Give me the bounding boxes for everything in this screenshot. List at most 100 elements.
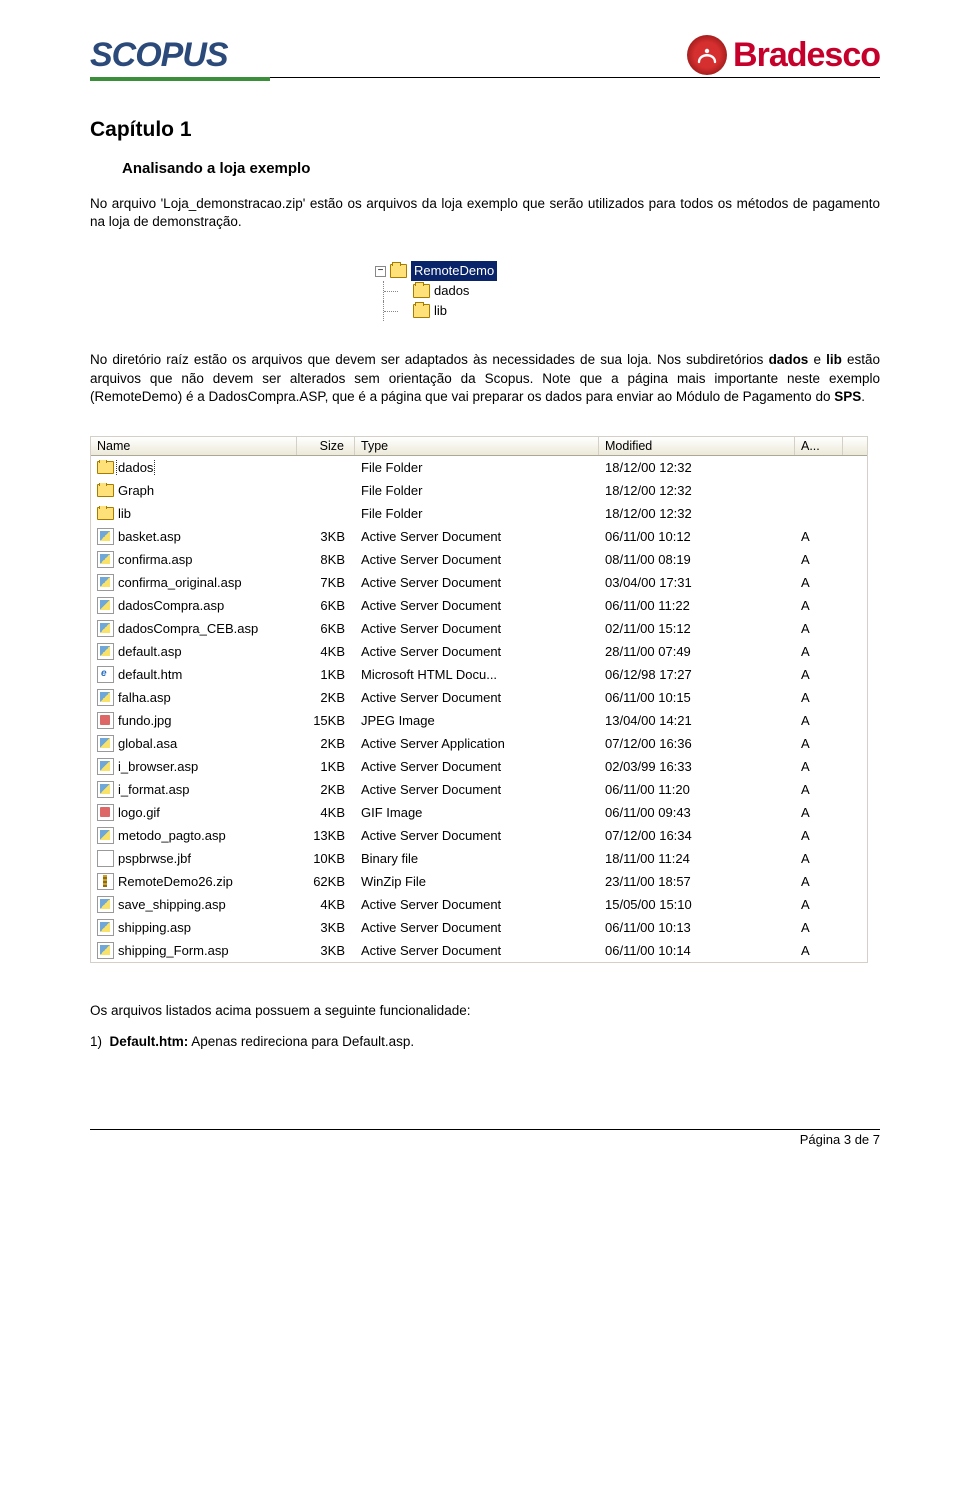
table-body: dadosFile Folder18/12/00 12:32GraphFile … xyxy=(91,456,867,962)
table-row[interactable]: libFile Folder18/12/00 12:32 xyxy=(91,502,867,525)
table-row[interactable]: i_format.asp2KBActive Server Document06/… xyxy=(91,778,867,801)
tree-child-label: dados xyxy=(434,281,469,301)
asp-icon xyxy=(97,781,114,798)
table-row[interactable]: confirma_original.asp7KBActive Server Do… xyxy=(91,571,867,594)
col-modified[interactable]: Modified xyxy=(599,437,795,455)
htm-icon xyxy=(97,666,114,683)
file-size: 2KB xyxy=(297,782,355,797)
table-row[interactable]: falha.asp 2KBActive Server Document06/11/… xyxy=(91,686,867,709)
file-type: Active Server Application xyxy=(355,736,599,751)
file-modified: 28/11/00 07:49 xyxy=(599,644,795,659)
p2-bold: SPS xyxy=(834,389,861,404)
file-name: basket.asp xyxy=(118,529,181,544)
file-size: 13KB xyxy=(297,828,355,843)
tree-line-icon xyxy=(383,281,409,301)
file-attr: A xyxy=(795,529,843,544)
file-name: logo.gif xyxy=(118,805,160,820)
file-name: default.htm xyxy=(118,667,182,682)
table-row[interactable]: RemoteDemo26.zip62KBWinZip File23/11/00 … xyxy=(91,870,867,893)
table-row[interactable]: i_browser.asp1KBActive Server Document02… xyxy=(91,755,867,778)
tree-root-label: RemoteDemo xyxy=(411,261,497,281)
table-row[interactable]: metodo_pagto.asp13KBActive Server Docume… xyxy=(91,824,867,847)
file-attr: A xyxy=(795,920,843,935)
file-modified: 06/11/00 11:22 xyxy=(599,598,795,613)
file-name: RemoteDemo26.zip xyxy=(118,874,233,889)
file-attr: A xyxy=(795,759,843,774)
file-name: metodo_pagto.asp xyxy=(118,828,226,843)
p2-bold: dados xyxy=(769,352,809,367)
file-attr: A xyxy=(795,943,843,958)
table-row[interactable]: default.asp4KBActive Server Document28/1… xyxy=(91,640,867,663)
col-name[interactable]: Name xyxy=(91,437,297,455)
table-row[interactable]: dadosCompra.asp6KBActive Server Document… xyxy=(91,594,867,617)
file-modified: 06/11/00 10:15 xyxy=(599,690,795,705)
file-modified: 23/11/00 18:57 xyxy=(599,874,795,889)
table-row[interactable]: logo.gif4KBGIF Image06/11/00 09:43A xyxy=(91,801,867,824)
file-name: fundo.jpg xyxy=(118,713,172,728)
table-row[interactable]: pspbrwse.jbf10KBBinary file18/11/00 11:2… xyxy=(91,847,867,870)
table-row[interactable]: shipping.asp3KBActive Server Document06/… xyxy=(91,916,867,939)
file-type: Active Server Document xyxy=(355,920,599,935)
bradesco-icon xyxy=(687,35,727,75)
functionality-intro: Os arquivos listados acima possuem a seg… xyxy=(90,1003,880,1018)
file-size: 10KB xyxy=(297,851,355,866)
asp-icon xyxy=(97,574,114,591)
folder-icon xyxy=(413,284,430,298)
file-attr: A xyxy=(795,805,843,820)
col-size[interactable]: Size xyxy=(297,437,355,455)
file-name: default.asp xyxy=(118,644,182,659)
table-row[interactable]: dadosFile Folder18/12/00 12:32 xyxy=(91,456,867,479)
asp-icon xyxy=(97,528,114,545)
folder-icon xyxy=(97,461,114,474)
file-modified: 03/04/00 17:31 xyxy=(599,575,795,590)
file-type: File Folder xyxy=(355,506,599,521)
file-modified: 06/11/00 09:43 xyxy=(599,805,795,820)
table-row[interactable]: global.asa2KBActive Server Application07… xyxy=(91,732,867,755)
file-modified: 06/11/00 11:20 xyxy=(599,782,795,797)
table-row[interactable]: fundo.jpg15KBJPEG Image13/04/00 14:21A xyxy=(91,709,867,732)
table-row[interactable]: save_shipping.asp4KBActive Server Docume… xyxy=(91,893,867,916)
section-title: Analisando a loja exemplo xyxy=(122,160,880,177)
file-name: shipping.asp xyxy=(118,920,191,935)
intro-paragraph-1: No arquivo 'Loja_demonstracao.zip' estão… xyxy=(90,195,880,231)
list-text: Apenas redireciona para Default.asp. xyxy=(188,1034,414,1049)
tree-collapse-icon: − xyxy=(375,266,386,277)
file-attr: A xyxy=(795,667,843,682)
file-name: confirma.asp xyxy=(118,552,192,567)
table-row[interactable]: GraphFile Folder18/12/00 12:32 xyxy=(91,479,867,502)
p2-text: . xyxy=(861,389,865,404)
table-row[interactable]: default.htm1KBMicrosoft HTML Docu...06/1… xyxy=(91,663,867,686)
folder-icon xyxy=(97,507,114,520)
file-name: falha.asp xyxy=(118,690,171,705)
file-type: GIF Image xyxy=(355,805,599,820)
file-type: Active Server Document xyxy=(355,897,599,912)
file-type: File Folder xyxy=(355,483,599,498)
list-num: 1) xyxy=(90,1034,102,1049)
col-type[interactable]: Type xyxy=(355,437,599,455)
file-size: 15KB xyxy=(297,713,355,728)
file-modified: 18/12/00 12:32 xyxy=(599,506,795,521)
asp-icon xyxy=(97,643,114,660)
table-row[interactable]: shipping_Form.asp3KBActive Server Docume… xyxy=(91,939,867,962)
file-attr: A xyxy=(795,736,843,751)
folder-icon xyxy=(97,484,114,497)
file-type: Active Server Document xyxy=(355,690,599,705)
table-row[interactable]: dadosCompra_CEB.asp6KBActive Server Docu… xyxy=(91,617,867,640)
table-row[interactable]: confirma.asp8KBActive Server Document08/… xyxy=(91,548,867,571)
p2-text: e xyxy=(808,352,826,367)
p2-bold: lib xyxy=(826,352,842,367)
file-size: 4KB xyxy=(297,644,355,659)
file-modified: 06/11/00 10:13 xyxy=(599,920,795,935)
asp-icon xyxy=(97,896,114,913)
tree-child-row: dados xyxy=(375,281,595,301)
tree-child-label: lib xyxy=(434,301,447,321)
folder-icon xyxy=(413,304,430,318)
col-attributes[interactable]: A... xyxy=(795,437,843,455)
table-row[interactable]: basket.asp3KBActive Server Document06/11… xyxy=(91,525,867,548)
asp-icon xyxy=(97,919,114,936)
file-name: global.asa xyxy=(118,736,177,751)
bin-icon xyxy=(97,850,114,867)
file-attr: A xyxy=(795,851,843,866)
file-type: Active Server Document xyxy=(355,598,599,613)
file-size: 2KB xyxy=(297,690,355,705)
